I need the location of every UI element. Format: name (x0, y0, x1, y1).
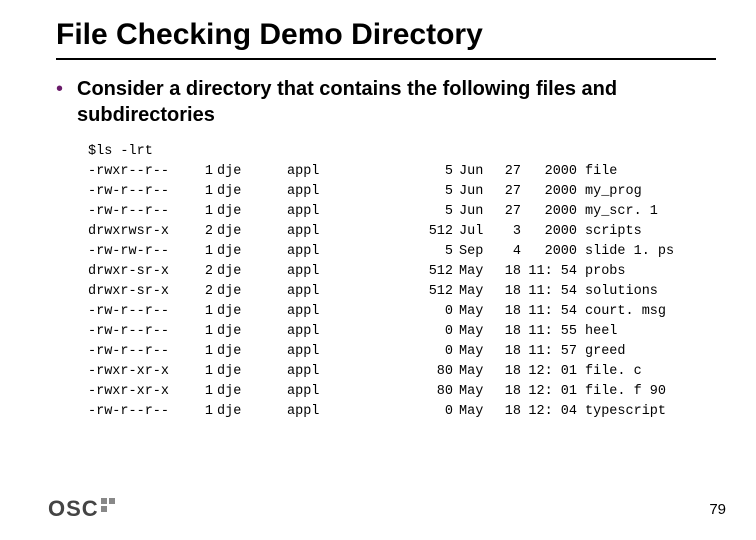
logo-icon (101, 498, 115, 512)
bullet-icon: • (56, 76, 63, 102)
listing-row: -rw-r--r--1djeappl0May1811: 57greed (88, 342, 716, 362)
logo: OSC (48, 496, 115, 522)
listing-row: -rwxr-xr-x1djeappl80May1812: 01file. c (88, 362, 716, 382)
listing-row: drwxrwsr-x2djeappl512Jul32000scripts (88, 222, 716, 242)
command-line: $ls -lrt (88, 142, 716, 162)
listing-row: drwxr-sr-x2djeappl512May1811: 54probs (88, 262, 716, 282)
listing-row: -rw-r--r--1djeappl5Jun272000my_scr. 1 (88, 202, 716, 222)
listing-row: -rw-r--r--1djeappl0May1811: 55heel (88, 322, 716, 342)
page-number: 79 (709, 501, 726, 518)
listing-row: -rw-r--r--1djeappl0May1812: 04typescript (88, 402, 716, 422)
slide-title: File Checking Demo Directory (56, 18, 716, 60)
listing-row: -rw-r--r--1djeappl0May1811: 54court. msg (88, 302, 716, 322)
bullet-item: • Consider a directory that contains the… (56, 76, 716, 128)
listing-row: -rw-r--r--1djeappl5Jun272000my_prog (88, 182, 716, 202)
listing-row: -rw-rw-r--1djeappl5Sep42000slide 1. ps (88, 242, 716, 262)
code-listing: $ls -lrt -rwxr--r--1djeappl5Jun272000fil… (88, 142, 716, 422)
listing-row: -rwxr-xr-x1djeappl80May1812: 01file. f 9… (88, 382, 716, 402)
logo-text: OSC (48, 496, 99, 522)
listing-row: drwxr-sr-x2djeappl512May1811: 54solution… (88, 282, 716, 302)
listing-row: -rwxr--r--1djeappl5Jun272000file (88, 162, 716, 182)
bullet-text: Consider a directory that contains the f… (77, 76, 716, 128)
